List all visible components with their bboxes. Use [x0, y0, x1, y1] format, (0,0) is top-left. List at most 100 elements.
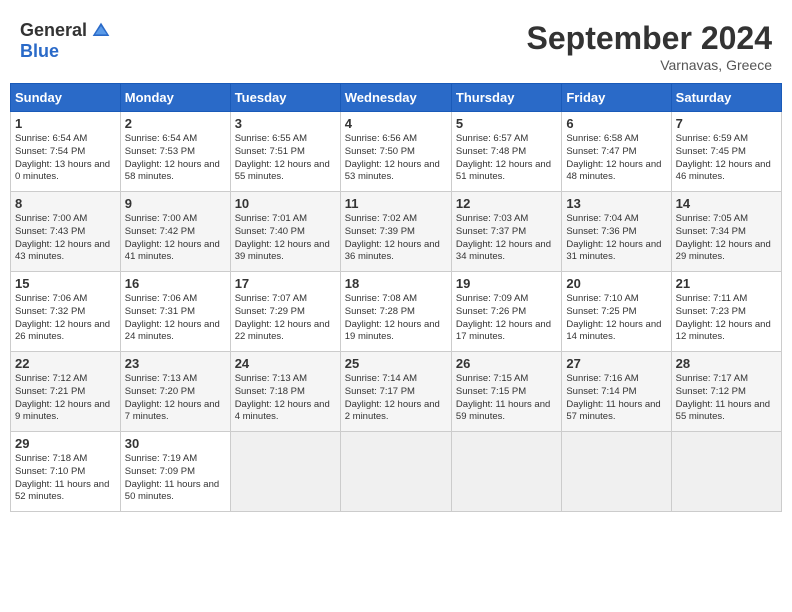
table-row: 4 Sunrise: 6:56 AMSunset: 7:50 PMDaylight… [340, 112, 451, 192]
day-info: Sunrise: 7:17 AMSunset: 7:12 PMDaylight:… [676, 373, 777, 424]
day-info: Sunrise: 7:01 AMSunset: 7:40 PMDaylight:… [235, 213, 336, 264]
table-row: 23 Sunrise: 7:13 AMSunset: 7:20 PMDayligh… [120, 352, 230, 432]
day-number: 21 [676, 276, 777, 291]
location: Varnavas, Greece [527, 57, 772, 73]
calendar-week-row: 22Sunrise: 7:12 AMSunset: 7:21 PMDayligh… [11, 352, 782, 432]
day-number: 29 [15, 436, 116, 451]
day-number: 27 [566, 356, 666, 371]
col-wednesday: Wednesday [340, 84, 451, 112]
day-info: Sunrise: 7:16 AMSunset: 7:14 PMDaylight:… [566, 373, 666, 424]
col-friday: Friday [562, 84, 671, 112]
month-title: September 2024 [527, 20, 772, 57]
day-number: 2 [125, 116, 226, 131]
day-number: 8 [15, 196, 116, 211]
day-info: Sunrise: 7:10 AMSunset: 7:25 PMDaylight:… [566, 293, 666, 344]
day-number: 3 [235, 116, 336, 131]
day-info: Sunrise: 7:18 AMSunset: 7:10 PMDaylight:… [15, 453, 116, 504]
col-tuesday: Tuesday [230, 84, 340, 112]
day-info: Sunrise: 7:08 AMSunset: 7:28 PMDaylight:… [345, 293, 447, 344]
table-row: 2 Sunrise: 6:54 AMSunset: 7:53 PMDaylight… [120, 112, 230, 192]
day-number: 12 [456, 196, 557, 211]
table-row: 30 Sunrise: 7:19 AMSunset: 7:09 PMDayligh… [120, 432, 230, 512]
table-row: 20 Sunrise: 7:10 AMSunset: 7:25 PMDayligh… [562, 272, 671, 352]
table-row [451, 432, 561, 512]
day-number: 30 [125, 436, 226, 451]
day-info: Sunrise: 7:11 AMSunset: 7:23 PMDaylight:… [676, 293, 777, 344]
day-info: Sunrise: 7:00 AMSunset: 7:42 PMDaylight:… [125, 213, 226, 264]
table-row: 5Sunrise: 6:57 AMSunset: 7:48 PMDaylight… [451, 112, 561, 192]
day-info: Sunrise: 6:54 AMSunset: 7:54 PMDaylight:… [15, 133, 116, 184]
col-thursday: Thursday [451, 84, 561, 112]
table-row: 7 Sunrise: 6:59 AMSunset: 7:45 PMDaylight… [671, 112, 781, 192]
day-number: 16 [125, 276, 226, 291]
table-row: 24 Sunrise: 7:13 AMSunset: 7:18 PMDayligh… [230, 352, 340, 432]
day-info: Sunrise: 6:59 AMSunset: 7:45 PMDaylight:… [676, 133, 777, 184]
day-number: 25 [345, 356, 447, 371]
day-info: Sunrise: 7:13 AMSunset: 7:18 PMDaylight:… [235, 373, 336, 424]
day-number: 18 [345, 276, 447, 291]
day-number: 17 [235, 276, 336, 291]
day-number: 4 [345, 116, 447, 131]
day-number: 6 [566, 116, 666, 131]
table-row: 17 Sunrise: 7:07 AMSunset: 7:29 PMDayligh… [230, 272, 340, 352]
table-row: 6 Sunrise: 6:58 AMSunset: 7:47 PMDaylight… [562, 112, 671, 192]
day-info: Sunrise: 7:05 AMSunset: 7:34 PMDaylight:… [676, 213, 777, 264]
table-row: 26 Sunrise: 7:15 AMSunset: 7:15 PMDayligh… [451, 352, 561, 432]
day-number: 14 [676, 196, 777, 211]
logo: General Blue [20, 20, 111, 62]
day-number: 5 [456, 116, 557, 131]
logo-blue-text: Blue [20, 41, 59, 62]
day-info: Sunrise: 7:19 AMSunset: 7:09 PMDaylight:… [125, 453, 226, 504]
table-row: 27 Sunrise: 7:16 AMSunset: 7:14 PMDayligh… [562, 352, 671, 432]
day-info: Sunrise: 6:54 AMSunset: 7:53 PMDaylight:… [125, 133, 226, 184]
calendar-header-row: Sunday Monday Tuesday Wednesday Thursday… [11, 84, 782, 112]
table-row: 10 Sunrise: 7:01 AMSunset: 7:40 PMDayligh… [230, 192, 340, 272]
calendar-week-row: 15Sunrise: 7:06 AMSunset: 7:32 PMDayligh… [11, 272, 782, 352]
table-row: 1Sunrise: 6:54 AMSunset: 7:54 PMDaylight… [11, 112, 121, 192]
day-info: Sunrise: 7:02 AMSunset: 7:39 PMDaylight:… [345, 213, 447, 264]
day-number: 7 [676, 116, 777, 131]
table-row: 9 Sunrise: 7:00 AMSunset: 7:42 PMDaylight… [120, 192, 230, 272]
day-info: Sunrise: 6:56 AMSunset: 7:50 PMDaylight:… [345, 133, 447, 184]
table-row: 11 Sunrise: 7:02 AMSunset: 7:39 PMDayligh… [340, 192, 451, 272]
day-info: Sunrise: 7:04 AMSunset: 7:36 PMDaylight:… [566, 213, 666, 264]
table-row: 25 Sunrise: 7:14 AMSunset: 7:17 PMDayligh… [340, 352, 451, 432]
day-info: Sunrise: 7:07 AMSunset: 7:29 PMDaylight:… [235, 293, 336, 344]
table-row: 8 Sunrise: 7:00 AMSunset: 7:43 PMDaylight… [11, 192, 121, 272]
day-info: Sunrise: 7:14 AMSunset: 7:17 PMDaylight:… [345, 373, 447, 424]
calendar-week-row: 1Sunrise: 6:54 AMSunset: 7:54 PMDaylight… [11, 112, 782, 192]
table-row: 12 Sunrise: 7:03 AMSunset: 7:37 PMDayligh… [451, 192, 561, 272]
day-info: Sunrise: 7:03 AMSunset: 7:37 PMDaylight:… [456, 213, 557, 264]
table-row: 19 Sunrise: 7:09 AMSunset: 7:26 PMDayligh… [451, 272, 561, 352]
day-number: 13 [566, 196, 666, 211]
day-number: 20 [566, 276, 666, 291]
day-info: Sunrise: 7:15 AMSunset: 7:15 PMDaylight:… [456, 373, 557, 424]
col-sunday: Sunday [11, 84, 121, 112]
table-row: 29 Sunrise: 7:18 AMSunset: 7:10 PMDayligh… [11, 432, 121, 512]
day-info: Sunrise: 6:55 AMSunset: 7:51 PMDaylight:… [235, 133, 336, 184]
day-number: 19 [456, 276, 557, 291]
table-row [562, 432, 671, 512]
day-number: 9 [125, 196, 226, 211]
table-row: 21 Sunrise: 7:11 AMSunset: 7:23 PMDayligh… [671, 272, 781, 352]
table-row [230, 432, 340, 512]
col-monday: Monday [120, 84, 230, 112]
day-number: 10 [235, 196, 336, 211]
table-row: 3 Sunrise: 6:55 AMSunset: 7:51 PMDaylight… [230, 112, 340, 192]
day-info: Sunrise: 7:13 AMSunset: 7:20 PMDaylight:… [125, 373, 226, 424]
day-info: Sunrise: 6:58 AMSunset: 7:47 PMDaylight:… [566, 133, 666, 184]
day-number: 24 [235, 356, 336, 371]
day-number: 22 [15, 356, 116, 371]
table-row: 13 Sunrise: 7:04 AMSunset: 7:36 PMDayligh… [562, 192, 671, 272]
calendar-week-row: 29 Sunrise: 7:18 AMSunset: 7:10 PMDayligh… [11, 432, 782, 512]
logo-icon [91, 21, 111, 41]
day-number: 26 [456, 356, 557, 371]
calendar-table: Sunday Monday Tuesday Wednesday Thursday… [10, 83, 782, 512]
logo-general-text: General [20, 20, 87, 41]
day-number: 23 [125, 356, 226, 371]
day-number: 11 [345, 196, 447, 211]
day-info: Sunrise: 7:09 AMSunset: 7:26 PMDaylight:… [456, 293, 557, 344]
day-info: Sunrise: 7:00 AMSunset: 7:43 PMDaylight:… [15, 213, 116, 264]
table-row: 14 Sunrise: 7:05 AMSunset: 7:34 PMDayligh… [671, 192, 781, 272]
calendar-week-row: 8 Sunrise: 7:00 AMSunset: 7:43 PMDaylight… [11, 192, 782, 272]
